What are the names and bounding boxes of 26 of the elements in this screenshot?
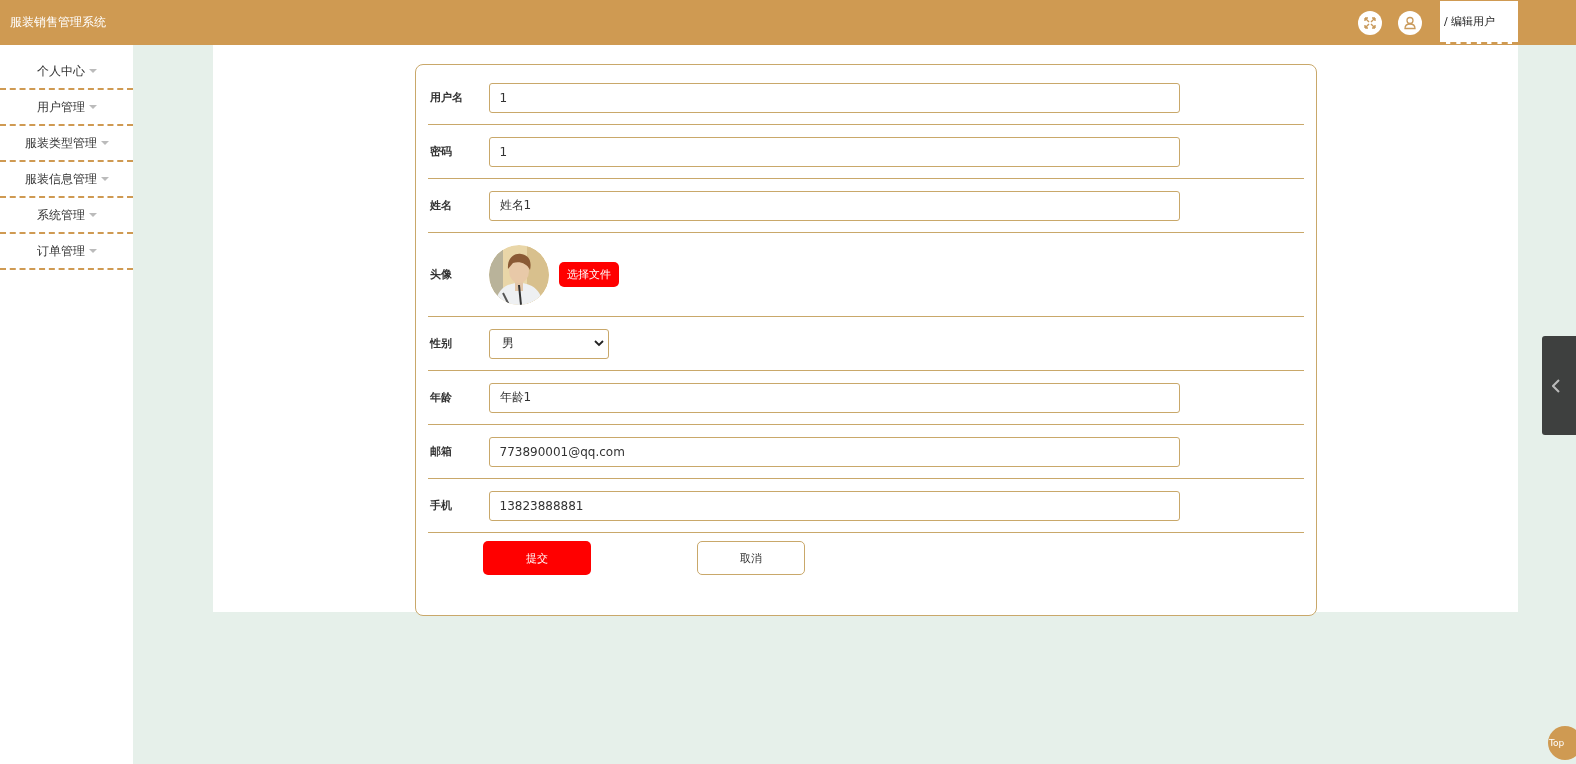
input-field[interactable]: 13823888881 xyxy=(488,490,1180,521)
choose-file-button[interactable]: 选择文件 xyxy=(558,262,619,287)
breadcrumb-tab[interactable]: / 编辑用户 xyxy=(1440,1,1518,44)
gender-select[interactable]: 男 xyxy=(488,328,609,359)
field-label: 邮箱 xyxy=(429,444,453,459)
sidebar-item[interactable]: 服装类型管理 xyxy=(0,126,133,162)
input-field[interactable]: 1 xyxy=(488,136,1180,167)
field-label: 手机 xyxy=(429,498,453,513)
sidebar-item[interactable]: 用户管理 xyxy=(0,90,133,126)
input-field[interactable]: 年龄1 xyxy=(488,382,1180,413)
field-label: 头像 xyxy=(429,267,453,282)
sidebar-item[interactable]: 订单管理 xyxy=(0,234,133,270)
input-field[interactable]: 1 xyxy=(488,82,1180,113)
app-title: 服装销售管理系统 xyxy=(9,14,106,31)
field-label: 用户名 xyxy=(429,90,464,105)
field-label: 姓名 xyxy=(429,198,453,213)
cancel-button[interactable]: 取消 xyxy=(696,541,805,575)
field-label: 密码 xyxy=(429,144,453,159)
input-field[interactable]: 773890001@qq.com xyxy=(488,436,1180,467)
sidebar-item[interactable]: 个人中心 xyxy=(0,54,133,90)
submit-button[interactable]: 提交 xyxy=(482,541,591,575)
sidebar-item[interactable]: 服装信息管理 xyxy=(0,162,133,198)
field-label: 年龄 xyxy=(429,390,453,405)
input-field[interactable]: 姓名1 xyxy=(488,190,1180,221)
sidebar-item[interactable]: 系统管理 xyxy=(0,198,133,234)
field-label: 性别 xyxy=(429,336,453,351)
